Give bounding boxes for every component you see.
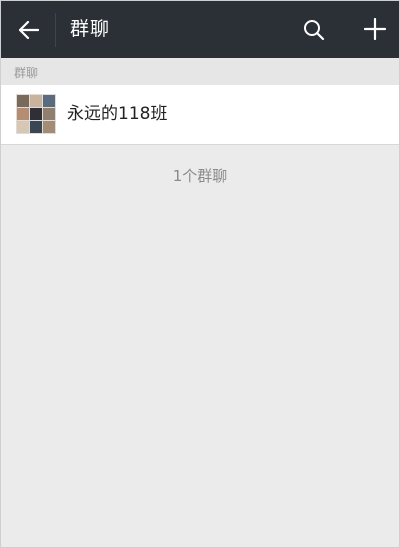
arrow-left-icon: [19, 21, 39, 39]
app-frame: 群聊 群聊 永远的118班 1个群聊: [0, 0, 400, 548]
section-header: 群聊: [1, 58, 399, 85]
page-title: 群聊: [70, 18, 111, 40]
avatar-tile: [17, 108, 29, 120]
group-avatar: [16, 94, 56, 134]
avatar-tile: [17, 95, 29, 107]
avatar-tile: [43, 95, 55, 107]
header-divider: [55, 13, 56, 47]
avatar-tile: [30, 108, 42, 120]
avatar-tile: [30, 95, 42, 107]
avatar-tile: [17, 121, 29, 133]
search-button[interactable]: [297, 13, 331, 47]
group-count-text: 1个群聊: [172, 167, 228, 185]
group-name: 永远的118班: [67, 104, 168, 124]
section-label: 群聊: [14, 66, 39, 80]
top-bar: 群聊: [1, 1, 399, 58]
avatar-tile: [43, 108, 55, 120]
back-button[interactable]: [9, 12, 49, 48]
avatar-tile: [43, 121, 55, 133]
plus-icon: [364, 18, 386, 40]
search-icon: [304, 20, 325, 41]
avatar-tile: [30, 121, 42, 133]
group-list-item[interactable]: 永远的118班: [1, 85, 399, 145]
add-button[interactable]: [357, 11, 393, 47]
